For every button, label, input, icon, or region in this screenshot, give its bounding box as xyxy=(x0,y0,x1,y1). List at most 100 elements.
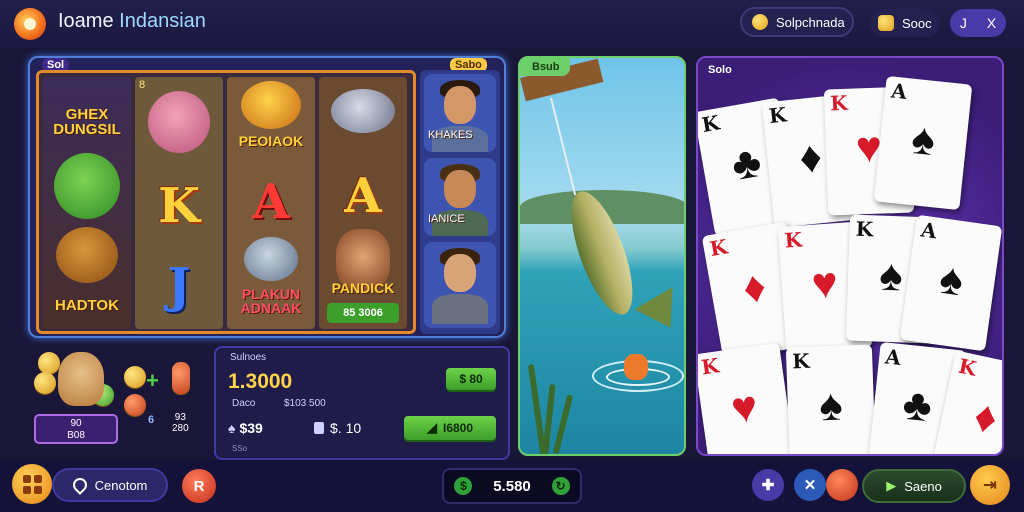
bonus-number: 6 xyxy=(148,414,155,426)
balance-amount: 1.3000 xyxy=(228,370,293,393)
fish-icon xyxy=(331,89,395,133)
symbol-text: PANDICK xyxy=(325,277,401,299)
bonus-line1: 90 xyxy=(70,418,82,429)
coin-icon xyxy=(752,14,768,30)
card-rank: A xyxy=(890,78,909,104)
bag-icon xyxy=(878,15,894,31)
card-suit-icon: ♠ xyxy=(909,113,938,166)
refresh-icon: ↻ xyxy=(551,477,570,495)
symbol-a-gold: A xyxy=(344,168,382,224)
bait-icon xyxy=(624,354,648,380)
card-rank: K xyxy=(829,90,849,116)
share-icon: ✕ xyxy=(803,477,817,494)
support-button[interactable]: Cenotom xyxy=(52,468,168,502)
play-icon: ▶ xyxy=(886,478,897,493)
coin-icon xyxy=(124,366,146,388)
card-rank: K xyxy=(707,234,730,261)
card-rank: K xyxy=(791,348,811,374)
character-portrait[interactable]: KHAKES xyxy=(424,74,496,152)
card-rank: K xyxy=(783,227,803,253)
playing-card[interactable]: A ♠ xyxy=(899,214,1002,352)
card-rank: K xyxy=(855,216,874,242)
playing-card[interactable]: K ♠ xyxy=(785,344,877,454)
symbol-wild-text: GHEX DUNGSIL xyxy=(49,85,125,159)
reed xyxy=(542,383,556,454)
header-action-group: J X xyxy=(950,9,1006,37)
bonus-stack: 93 280 xyxy=(172,412,189,434)
reed xyxy=(552,394,574,454)
bonus-line2: B08 xyxy=(67,430,85,441)
symbol-k: K xyxy=(158,178,200,234)
owl-icon xyxy=(241,81,301,129)
search-label: Solpchnada xyxy=(776,14,845,30)
close-icon[interactable]: X xyxy=(987,15,996,31)
app-title: Ioame Indansian xyxy=(58,10,206,33)
slot-game-panel[interactable]: Sol Sabo GHEX DUNGSIL HADTOK 8 K J PEOIA… xyxy=(28,56,506,338)
character-portrait[interactable]: IANICE xyxy=(424,158,496,236)
spin-label: I6800 xyxy=(442,421,474,435)
pig-icon xyxy=(148,91,210,153)
share-button[interactable]: ✕ xyxy=(794,469,826,501)
search-button[interactable]: Solpchnada xyxy=(740,7,854,37)
wallet-display[interactable]: $ 5.580 ↻ xyxy=(442,468,582,504)
plus-icon: + xyxy=(146,368,159,393)
moon-icon[interactable]: J xyxy=(960,15,967,31)
menu-button[interactable] xyxy=(12,464,52,504)
deposit-button[interactable]: $ 80 xyxy=(446,368,496,390)
card-suit-icon: ♠ xyxy=(936,253,967,306)
r-button[interactable]: R xyxy=(182,469,216,503)
card-rank: A xyxy=(884,344,903,370)
app-logo-icon[interactable] xyxy=(14,8,46,40)
portrait-label: KHAKES xyxy=(428,129,473,141)
character-portrait[interactable] xyxy=(424,242,496,328)
playing-card[interactable]: A ♠ xyxy=(873,75,973,211)
bonus-stack-line2: 280 xyxy=(172,423,189,434)
card-rank: A xyxy=(919,217,939,244)
bet-right[interactable]: $. 10 xyxy=(314,420,361,436)
sound-button[interactable]: ▶ Saeno xyxy=(862,469,966,503)
cards-tag: Solo xyxy=(708,64,732,76)
app-title-part1: Ioame xyxy=(58,10,120,32)
card-icon xyxy=(314,422,324,434)
reel-3: PEOIAOK A PLAKUN ADNAAK xyxy=(227,77,315,329)
shop-label: Sooc xyxy=(902,15,932,31)
bet-right-value: $. 10 xyxy=(330,420,362,436)
card-suit-icon: ♥ xyxy=(728,381,761,434)
bet-left[interactable]: ♠ $39 xyxy=(228,420,263,436)
arrow-icon: ◢ xyxy=(426,420,437,435)
bonus-counter[interactable]: 90 B08 xyxy=(34,414,118,444)
reel-2: 8 K J xyxy=(135,77,223,329)
symbol-a-red: A xyxy=(252,174,290,230)
card-rank: K xyxy=(699,353,721,380)
cards-game-panel[interactable]: Solo K ♣ K ♦ K ♥ A ♠ K ♦ K ♥ K ♠ A ♠ K ♥ K ♠ A ♣ K ♦ xyxy=(696,56,1004,456)
grid-icon xyxy=(22,474,42,494)
symbol-label: HADTOK xyxy=(55,296,119,314)
shop-button[interactable]: Sooc xyxy=(870,9,940,37)
balance-label: Daco xyxy=(232,398,256,409)
card-rank: K xyxy=(699,110,722,137)
symbol-text: HADTOK xyxy=(49,285,125,325)
puzzle-button[interactable]: ✚ xyxy=(752,469,784,501)
fish-tail xyxy=(634,287,684,339)
symbol-label: PANDICK xyxy=(331,280,395,296)
frog-icon xyxy=(54,153,120,219)
card-rank: K xyxy=(956,353,979,381)
fox-icon xyxy=(172,362,190,394)
gift-button[interactable] xyxy=(826,469,858,501)
hamster-mascot-icon xyxy=(58,352,104,406)
balance-footnote: SSo xyxy=(232,444,248,453)
symbol-j: J xyxy=(167,258,191,314)
playing-card[interactable]: K ♥ xyxy=(698,342,797,454)
exit-button[interactable]: ⇥ xyxy=(970,465,1010,505)
coin-icon xyxy=(34,372,56,394)
spin-button[interactable]: ◢ I6800 xyxy=(404,416,496,440)
fish-icon xyxy=(244,237,298,281)
symbol-label: PLAKUN ADNAAK xyxy=(240,286,302,316)
fishing-game-panel[interactable]: Bsub xyxy=(518,56,686,456)
reel-1: GHEX DUNGSIL HADTOK xyxy=(43,77,131,329)
fishing-line xyxy=(550,97,577,196)
balance-heading: Sulnoes xyxy=(230,352,267,363)
card-rank: K xyxy=(767,102,788,129)
puzzle-icon: ✚ xyxy=(761,477,775,494)
bet-left-value: $39 xyxy=(239,420,263,436)
